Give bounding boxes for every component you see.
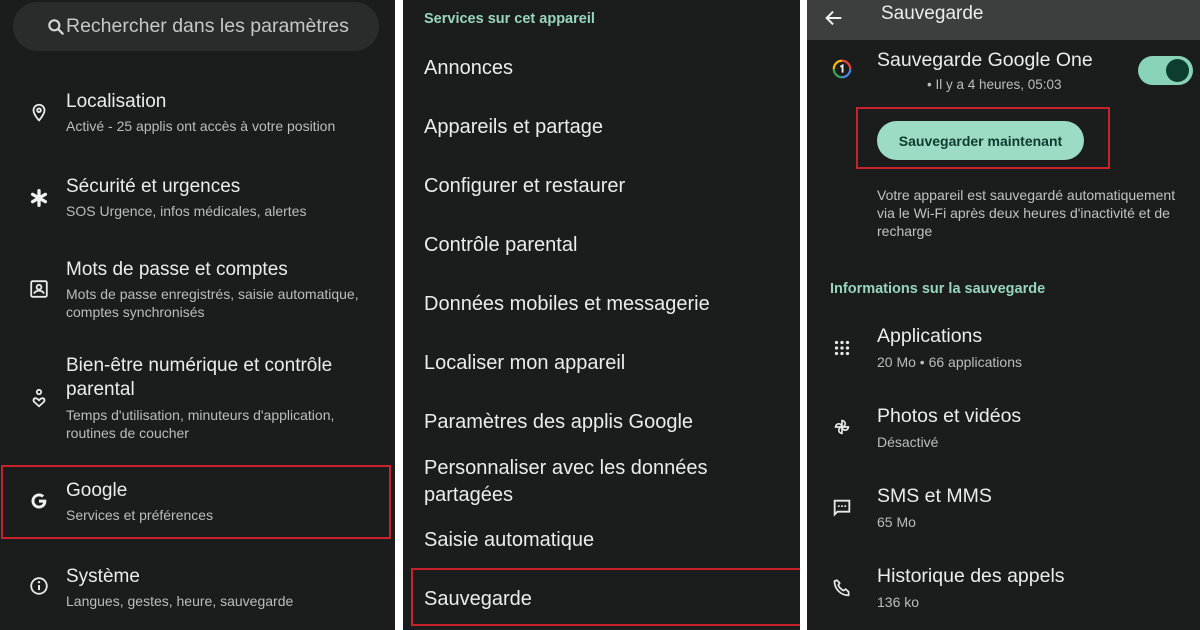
search-icon: [46, 17, 66, 37]
backup-panel: Sauvegarde Sauvegarde Google One • Il y …: [807, 0, 1200, 630]
arrow-back-icon[interactable]: [823, 7, 845, 29]
item-title: Applications: [877, 325, 983, 347]
list-item-donnees-mobiles[interactable]: Données mobiles et messagerie: [424, 291, 784, 318]
settings-item-systeme[interactable]: Système Langues, gestes, heure, sauvegar…: [0, 563, 395, 623]
list-item-saisie-auto[interactable]: Saisie automatique: [424, 527, 784, 554]
item-subtitle: Temps d'utilisation, minuteurs d'applica…: [66, 407, 335, 441]
item-subtitle: 65 Mo: [877, 514, 916, 530]
item-title: Photos et vidéos: [877, 405, 1022, 427]
list-item-annonces[interactable]: Annonces: [424, 55, 784, 82]
list-item-localiser[interactable]: Localiser mon appareil: [424, 350, 784, 377]
item-title: Bien-être numérique et contrôle parental: [66, 355, 333, 400]
settings-item-mots-de-passe[interactable]: Mots de passe et comptes Mots de passe e…: [0, 256, 395, 326]
section-header: Services sur cet appareil: [424, 11, 595, 27]
item-subtitle: Désactivé: [877, 434, 939, 450]
item-title: Système: [66, 566, 140, 587]
item-subtitle: 20 Mo • 66 applications: [877, 354, 1022, 370]
pinwheel-icon: [831, 416, 853, 438]
list-item-controle-parental[interactable]: Contrôle parental: [424, 232, 784, 259]
search-placeholder: Rechercher dans les paramètres: [66, 15, 349, 37]
backup-item-applications[interactable]: Applications 20 Mo • 66 applications: [807, 320, 1200, 380]
app-bar: Sauvegarde: [807, 0, 1200, 40]
settings-item-bien-etre[interactable]: Bien-être numérique et contrôle parental…: [0, 353, 395, 448]
message-icon: [831, 497, 853, 519]
phone-icon: [831, 577, 853, 599]
backup-item-call-history[interactable]: Historique des appels 136 ko: [807, 560, 1200, 620]
item-subtitle: SOS Urgence, infos médicales, alertes: [66, 203, 307, 219]
item-title: Historique des appels: [877, 565, 1065, 587]
item-title: Sécurité et urgences: [66, 176, 241, 197]
last-backup-status: • Il y a 4 heures, 05:03: [927, 77, 1062, 92]
list-item-parametres-applis[interactable]: Paramètres des applis Google: [424, 409, 784, 436]
list-item-personnaliser[interactable]: Personnaliser avec les données partagées: [424, 455, 744, 509]
item-subtitle: Langues, gestes, heure, sauvegarde: [66, 593, 294, 609]
google-one-icon: [831, 58, 853, 80]
settings-panel: Rechercher dans les paramètres Localisat…: [0, 0, 395, 630]
account-box-icon: [28, 278, 50, 300]
google-g-icon: [28, 490, 50, 512]
google-services-panel: Services sur cet appareil Annonces Appar…: [403, 0, 800, 630]
google-one-backup-toggle[interactable]: [1138, 56, 1193, 85]
apps-grid-icon: [831, 337, 853, 359]
page-title: Sauvegarde: [881, 3, 984, 24]
backup-item-photos[interactable]: Photos et vidéos Désactivé: [807, 400, 1200, 460]
settings-item-google[interactable]: Google Services et préférences: [0, 477, 395, 537]
info-icon: [28, 575, 50, 597]
location-pin-icon: [28, 102, 50, 124]
list-item-appareils[interactable]: Appareils et partage: [424, 114, 784, 141]
backup-now-button[interactable]: Sauvegarder maintenant: [877, 121, 1084, 160]
settings-item-localisation[interactable]: Localisation Activé - 25 applis ont accè…: [0, 88, 395, 148]
search-bar[interactable]: Rechercher dans les paramètres: [13, 2, 379, 51]
item-subtitle: 136 ko: [877, 594, 920, 610]
item-subtitle: Activé - 25 applis ont accès à votre pos…: [66, 118, 336, 134]
section-header: Informations sur la sauvegarde: [830, 281, 1046, 297]
item-title: Localisation: [66, 91, 167, 112]
item-title: SMS et MMS: [877, 485, 992, 507]
wellbeing-icon: [28, 387, 50, 409]
item-subtitle: Mots de passe enregistrés, saisie automa…: [66, 286, 359, 320]
settings-item-securite[interactable]: Sécurité et urgences SOS Urgence, infos …: [0, 173, 395, 233]
backup-item-sms[interactable]: SMS et MMS 65 Mo: [807, 480, 1200, 540]
item-title: Google: [66, 480, 128, 501]
google-one-title: Sauvegarde Google One: [877, 49, 1093, 71]
asterisk-icon: [28, 187, 50, 209]
item-title: Mots de passe et comptes: [66, 259, 288, 280]
toggle-knob: [1166, 59, 1189, 82]
list-item-configurer[interactable]: Configurer et restaurer: [424, 173, 784, 200]
list-item-sauvegarde[interactable]: Sauvegarde: [424, 586, 784, 613]
backup-description: Votre appareil est sauvegardé automatiqu…: [877, 187, 1176, 239]
item-subtitle: Services et préférences: [66, 507, 214, 523]
